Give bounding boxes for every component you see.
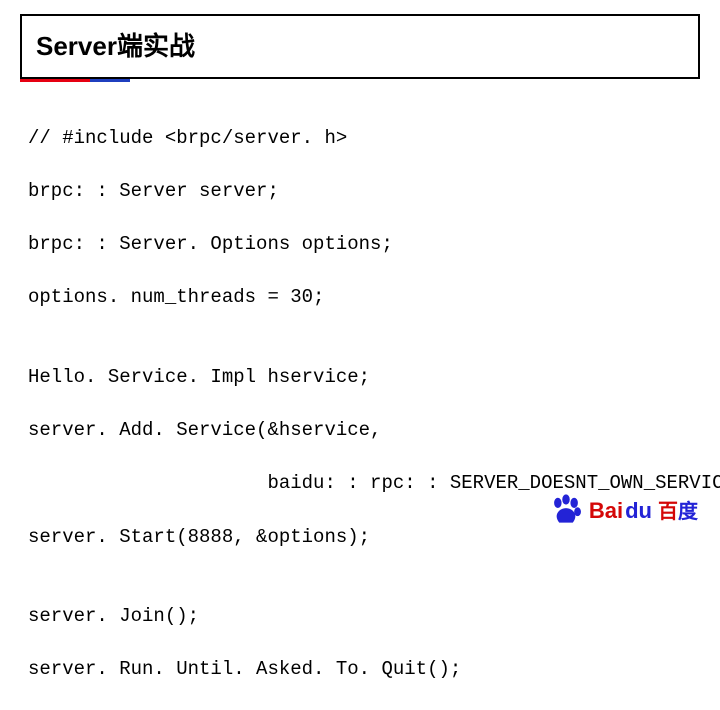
logo-cn: 百度 xyxy=(658,495,698,524)
code-line: brpc: : Server server; xyxy=(28,178,692,205)
logo-cn-2: 度 xyxy=(678,501,698,523)
code-line: // #include <brpc/server. h> xyxy=(28,125,692,152)
baidu-paw-icon xyxy=(549,492,583,526)
baidu-logo: Baidu 百度 xyxy=(549,492,698,526)
code-line: server. Start(8888, &options); xyxy=(28,524,692,551)
logo-bai: Bai xyxy=(589,498,623,524)
slide-title: Server端实战 xyxy=(36,26,684,63)
baidu-logo-text: Baidu 百度 xyxy=(589,495,698,524)
code-line: server. Run. Until. Asked. To. Quit(); xyxy=(28,656,692,683)
code-block: // #include <brpc/server. h> brpc: : Ser… xyxy=(28,98,692,710)
title-container: Server端实战 xyxy=(20,14,700,79)
logo-cn-1: 百 xyxy=(658,501,678,523)
code-line: Hello. Service. Impl hservice; xyxy=(28,364,692,391)
code-line: brpc: : Server. Options options; xyxy=(28,231,692,258)
code-line: server. Join(); xyxy=(28,603,692,630)
code-line: options. num_threads = 30; xyxy=(28,284,692,311)
logo-du: du xyxy=(625,498,652,524)
code-line: server. Add. Service(&hservice, xyxy=(28,417,692,444)
